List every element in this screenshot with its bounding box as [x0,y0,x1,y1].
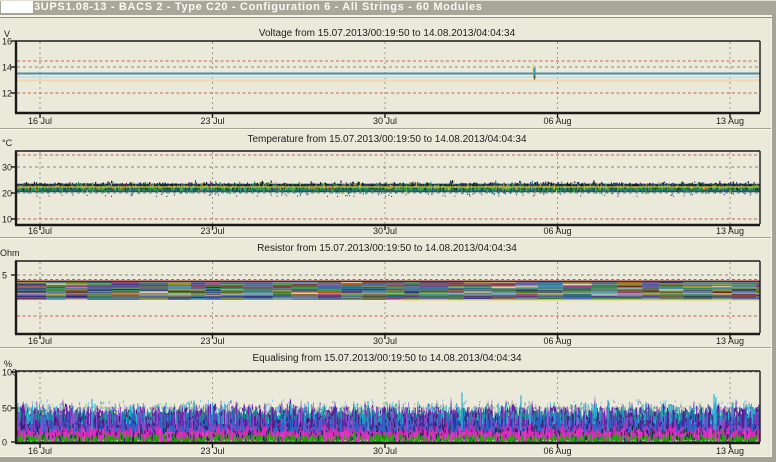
svg-text:12: 12 [2,89,12,99]
svg-text:16 Jul: 16 Jul [28,446,52,456]
svg-text:50: 50 [2,404,12,414]
svg-text:20: 20 [2,189,12,199]
svg-text:Equalising from 15.07.2013/00:: Equalising from 15.07.2013/00:19:50 to 1… [252,353,522,364]
svg-text:13 Aug: 13 Aug [716,336,744,346]
svg-text:23 Jul: 23 Jul [200,336,224,346]
svg-text:06 Aug: 06 Aug [543,446,571,456]
svg-text:30 Jul: 30 Jul [373,226,397,236]
svg-text:100: 100 [2,368,17,378]
svg-text:16 Jul: 16 Jul [28,116,52,126]
svg-text:Ohm: Ohm [0,248,20,258]
svg-text:30 Jul: 30 Jul [373,336,397,346]
svg-text:14: 14 [2,63,12,73]
svg-text:23 Jul: 23 Jul [200,446,224,456]
svg-text:06 Aug: 06 Aug [543,336,571,346]
svg-text:Temperature from 15.07.2013/00: Temperature from 15.07.2013/00:19:50 to … [247,134,527,145]
svg-text:13 Aug: 13 Aug [716,116,744,126]
svg-text:0: 0 [2,438,7,448]
svg-text:13 Aug: 13 Aug [716,226,744,236]
svg-text:30 Jul: 30 Jul [373,446,397,456]
svg-text:5: 5 [2,271,7,281]
svg-text:23 Jul: 23 Jul [200,226,224,236]
svg-text:16 Jul: 16 Jul [28,336,52,346]
svg-text:06 Aug: 06 Aug [543,116,571,126]
svg-text:30 Jul: 30 Jul [373,116,397,126]
svg-text:06 Aug: 06 Aug [543,226,571,236]
svg-text:Resistor from 15.07.2013/00:19: Resistor from 15.07.2013/00:19:50 to 14.… [257,243,517,254]
svg-text:30: 30 [2,163,12,173]
svg-text:16: 16 [2,37,12,47]
svg-text:Voltage from 15.07.2013/00:19:: Voltage from 15.07.2013/00:19:50 to 14.0… [259,28,516,39]
svg-text:13 Aug: 13 Aug [716,446,744,456]
svg-text:23 Jul: 23 Jul [200,116,224,126]
svg-text:°C: °C [2,138,13,148]
svg-text:16 Jul: 16 Jul [28,226,52,236]
svg-text:10: 10 [2,215,12,225]
